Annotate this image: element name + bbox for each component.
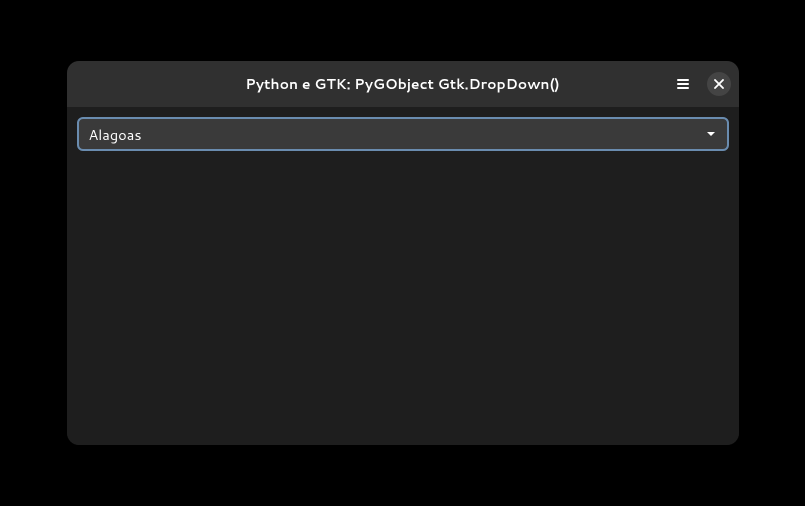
close-icon [714, 79, 724, 89]
titlebar-controls [671, 72, 731, 96]
titlebar: Python e GTK: PyGObject Gtk.DropDown() [67, 61, 739, 107]
hamburger-menu-button[interactable] [671, 72, 695, 96]
window-title: Python e GTK: PyGObject Gtk.DropDown() [245, 74, 559, 94]
content-area: Alagoas [67, 107, 739, 445]
dropdown-selected-value: Alagoas [89, 124, 142, 145]
hamburger-icon [675, 76, 691, 92]
application-window: Python e GTK: PyGObject Gtk.DropDown() A… [67, 61, 739, 445]
chevron-down-icon [705, 128, 717, 140]
state-dropdown[interactable]: Alagoas [77, 117, 729, 151]
close-button[interactable] [707, 72, 731, 96]
